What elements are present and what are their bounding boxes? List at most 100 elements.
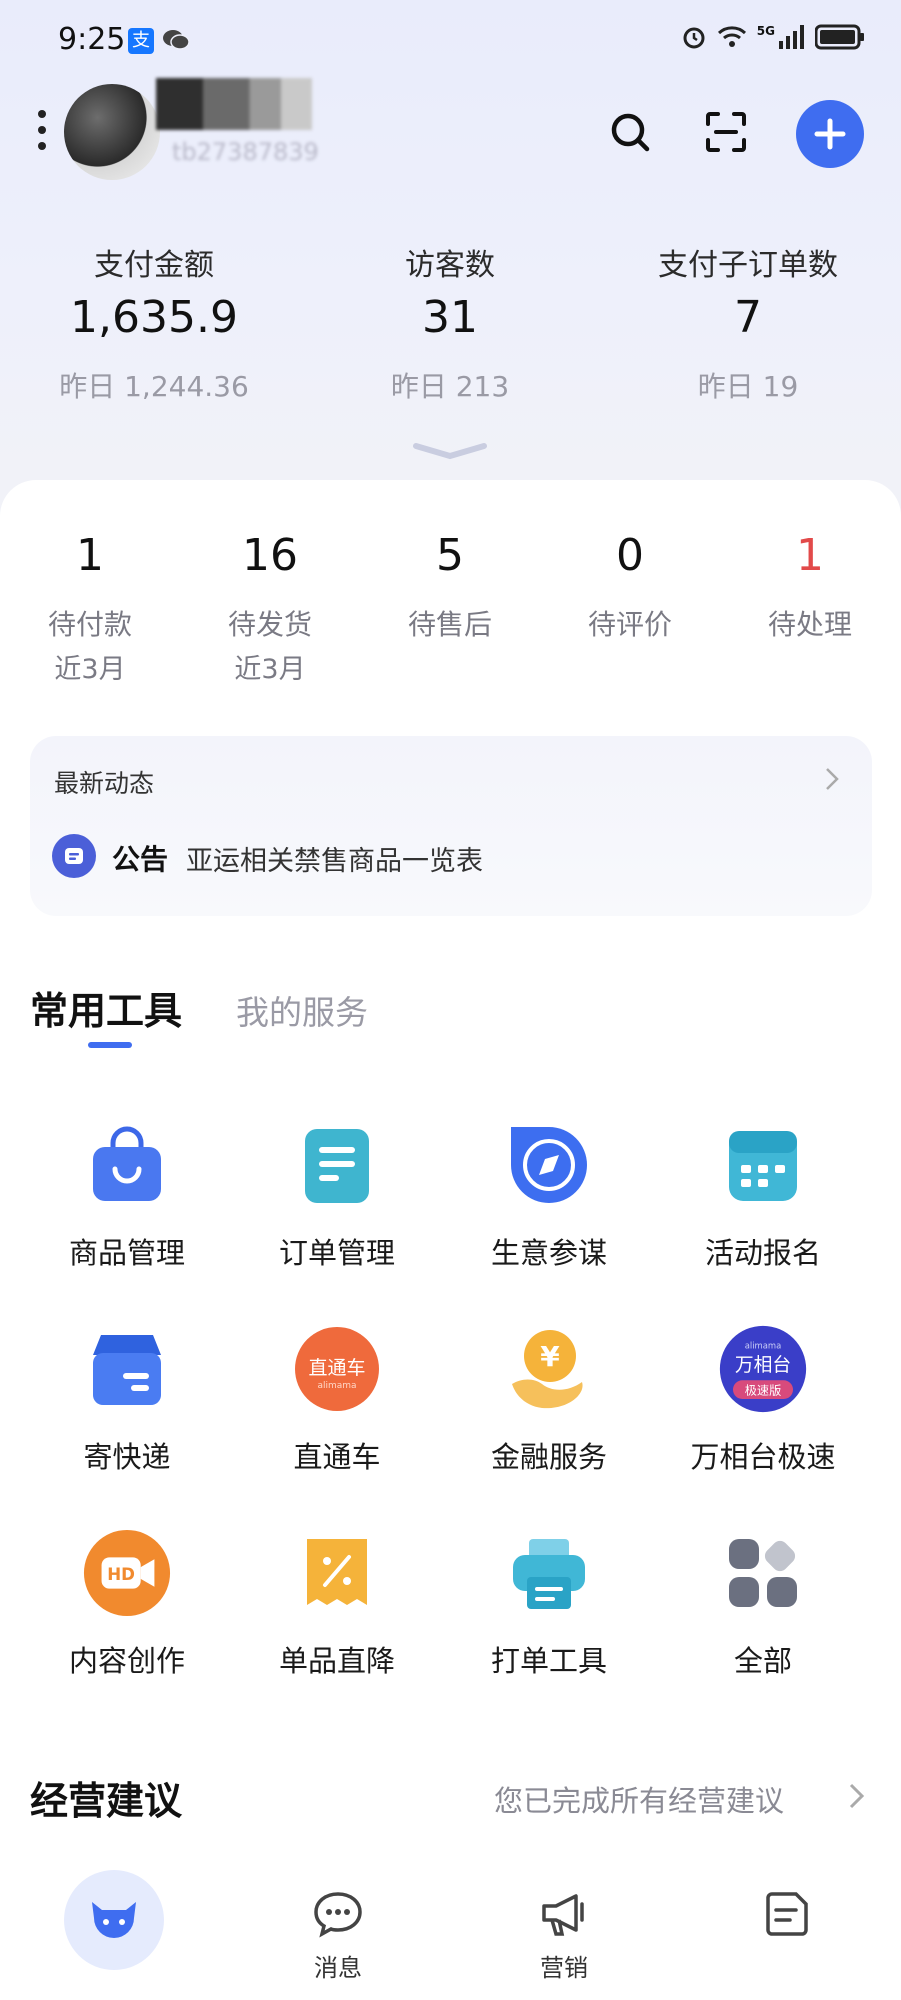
scan-button[interactable]	[696, 102, 756, 162]
order-pending-handle[interactable]: 1 待处理	[720, 530, 900, 643]
advice-status: 您已完成所有经营建议	[494, 1784, 785, 1818]
message-bubble-icon	[314, 1892, 362, 1938]
order-pending-shipment[interactable]: 16 待发货 近3月	[180, 530, 360, 686]
chevron-right-icon	[826, 768, 839, 790]
stat-label: 访客数	[405, 248, 495, 283]
nav-messages[interactable]: 消息	[248, 1860, 428, 2000]
order-count: 0	[616, 530, 644, 581]
news-title: 最新动态	[54, 769, 155, 798]
tool-business-advisor[interactable]: 生意参谋	[444, 1120, 654, 1300]
status-icons: 5G	[681, 24, 865, 50]
expand-chevron-icon[interactable]	[412, 440, 488, 460]
main-card: 1 待付款 近3月 16 待发货 近3月 5 待售后 0 待评价 1 待处理 最…	[0, 480, 901, 1880]
tool-zhitongche[interactable]: 直通车 alimama 直通车	[232, 1324, 442, 1504]
wxt-logo-sub: alimama	[745, 1340, 782, 1350]
wxt-logo-badge: 极速版	[745, 1383, 782, 1397]
stat-value: 31	[422, 292, 478, 343]
wechat-icon	[163, 30, 190, 50]
nav-label: 消息	[314, 1954, 362, 1982]
more-menu-icon[interactable]	[36, 110, 48, 154]
order-status-row: 1 待付款 近3月 16 待发货 近3月 5 待售后 0 待评价 1 待处理	[0, 530, 901, 685]
order-sub: 近3月	[234, 654, 306, 685]
tool-wanxiangtai[interactable]: alimama 万相台 极速版 万相台极速	[658, 1324, 868, 1504]
tool-event-signup[interactable]: 活动报名	[658, 1120, 868, 1300]
megaphone-icon	[542, 1894, 584, 1936]
tool-express[interactable]: 寄快递	[22, 1324, 232, 1504]
wxt-logo-text: 万相台	[735, 1354, 791, 1376]
tool-all[interactable]: 全部	[658, 1528, 868, 1708]
tool-label: 订单管理	[278, 1236, 395, 1270]
shop-header: tb27387839	[0, 78, 901, 198]
stat-yesterday: 昨日 19	[697, 370, 799, 403]
tool-label: 单品直降	[278, 1644, 395, 1678]
tools-grid: 商品管理 订单管理 生意参谋 活动报名 寄快递 直通车 alimama 直通车 …	[0, 1120, 901, 1720]
order-label: 待付款	[47, 608, 132, 641]
coupon-percent-icon	[307, 1539, 367, 1605]
tab-my-services[interactable]: 我的服务	[236, 986, 368, 1034]
order-list-icon	[305, 1129, 369, 1203]
search-button[interactable]	[600, 102, 660, 162]
tool-content-creation[interactable]: HD 内容创作	[22, 1528, 232, 1708]
tool-label: 寄快递	[83, 1440, 171, 1474]
order-label: 待处理	[767, 608, 852, 641]
stat-payment-amount[interactable]: 支付金额 1,635.9 昨日 1,244.36	[4, 240, 304, 405]
order-after-sale[interactable]: 5 待售后	[360, 530, 540, 643]
nav-notes[interactable]	[698, 1860, 878, 2000]
stat-label: 支付子订单数	[658, 248, 838, 283]
tool-label: 直通车	[293, 1440, 381, 1474]
network-label: 5G	[756, 24, 775, 38]
stat-value: 1,635.9	[70, 292, 238, 343]
order-count: 16	[242, 530, 298, 581]
nav-home[interactable]	[64, 1870, 164, 1970]
news-card[interactable]: 最新动态 公告 亚运相关禁售商品一览表	[30, 736, 872, 916]
nav-marketing[interactable]: 营销	[474, 1860, 654, 2000]
tool-tabs: 常用工具 我的服务	[0, 980, 901, 1060]
scan-icon	[706, 112, 746, 152]
tool-print-orders[interactable]: 打单工具	[444, 1528, 654, 1708]
wifi-icon	[717, 26, 746, 47]
hd-text: HD	[107, 1565, 135, 1584]
tool-label: 活动报名	[704, 1236, 821, 1270]
bottom-nav: 消息 营销	[0, 1860, 901, 2000]
tab-common-tools[interactable]: 常用工具	[30, 980, 182, 1035]
tool-order-management[interactable]: 订单管理	[232, 1120, 442, 1300]
home-mascot-icon	[92, 1902, 136, 1938]
printer-icon	[513, 1539, 585, 1609]
signal-icon	[779, 25, 804, 49]
nav-label: 营销	[540, 1954, 588, 1982]
alarm-icon	[683, 27, 705, 49]
stat-sub-orders[interactable]: 支付子订单数 7 昨日 19	[598, 240, 898, 405]
plus-icon	[814, 118, 846, 150]
shop-id: tb27387839	[172, 138, 319, 166]
shop-name-redacted	[156, 78, 312, 130]
business-advice[interactable]: 经营建议 您已完成所有经营建议	[0, 1770, 901, 1850]
shopping-bag-icon	[93, 1126, 161, 1201]
order-count: 1	[76, 530, 104, 581]
wanxiangtai-logo-icon: alimama 万相台 极速版	[719, 1325, 807, 1413]
ztc-logo-icon: 直通车 alimama	[295, 1327, 379, 1411]
order-pending-payment[interactable]: 1 待付款 近3月	[0, 530, 180, 686]
order-pending-review[interactable]: 0 待评价	[540, 530, 720, 643]
tool-label: 金融服务	[490, 1440, 607, 1474]
status-bar: 9:25 支 5G	[0, 0, 901, 88]
note-icon	[766, 1892, 808, 1936]
order-label: 待评价	[587, 608, 672, 641]
compass-icon	[511, 1127, 587, 1203]
stat-value: 7	[734, 292, 762, 343]
stat-yesterday: 昨日 213	[390, 370, 510, 403]
shop-avatar[interactable]	[64, 84, 160, 180]
tool-finance[interactable]: ¥ 金融服务	[444, 1324, 654, 1504]
stat-visitors[interactable]: 访客数 31 昨日 213	[300, 240, 600, 405]
add-button[interactable]	[796, 100, 864, 168]
news-tag: 公告	[112, 843, 169, 876]
ztc-logo-sub: alimama	[317, 1381, 356, 1391]
calendar-icon	[729, 1131, 797, 1201]
order-label: 待售后	[407, 608, 492, 641]
tool-product-management[interactable]: 商品管理	[22, 1120, 232, 1300]
order-count: 1	[796, 530, 824, 581]
tool-label: 全部	[733, 1644, 792, 1678]
all-apps-icon	[729, 1539, 797, 1607]
chevron-right-icon	[849, 1783, 865, 1809]
tool-label: 万相台极速	[690, 1440, 836, 1474]
tool-price-drop[interactable]: 单品直降	[232, 1528, 442, 1708]
